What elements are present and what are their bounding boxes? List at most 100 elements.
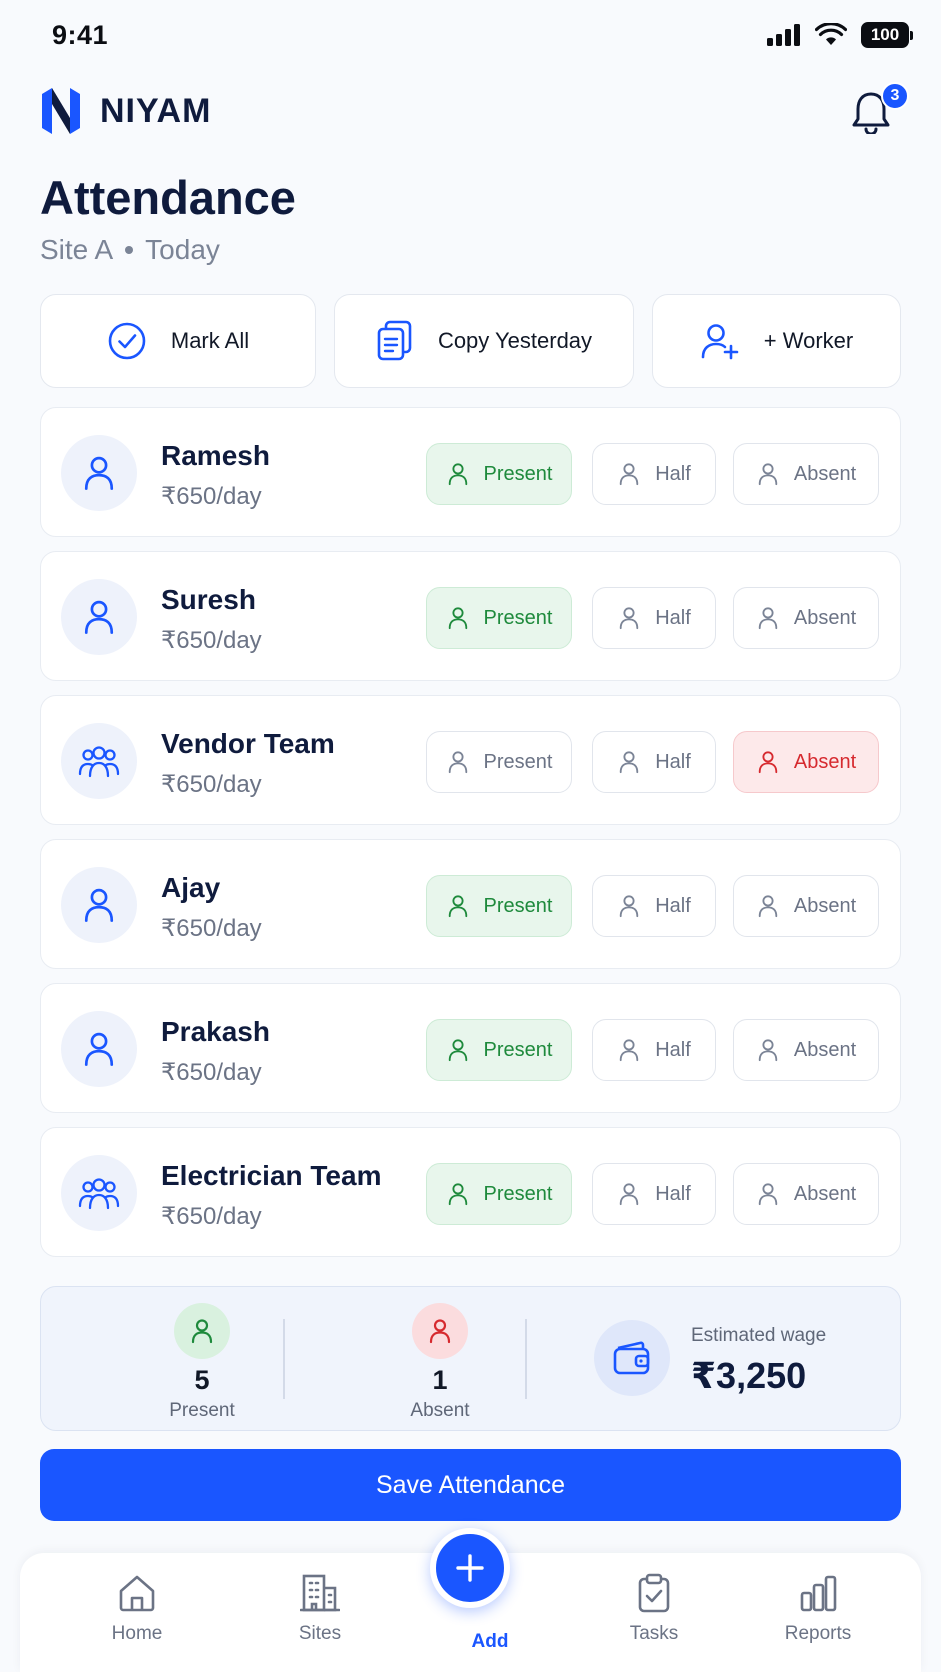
half-toggle[interactable]: Half [592, 731, 716, 793]
person-icon [617, 1038, 641, 1062]
present-toggle-label: Present [483, 1182, 553, 1205]
absent-toggle[interactable]: Absent [733, 1163, 879, 1225]
notifications-button[interactable]: 3 [851, 82, 909, 136]
present-summary: 5 Present [122, 1303, 282, 1422]
nav-add[interactable]: Add [430, 1631, 550, 1653]
present-label: Present [169, 1400, 235, 1421]
wifi-icon [815, 23, 847, 47]
person-icon [61, 867, 137, 943]
worker-card: Prakash ₹650/day Present Half Absent [40, 983, 901, 1113]
present-person-icon [174, 1303, 230, 1359]
worker-name: Prakash [161, 1016, 270, 1047]
worker-rate: ₹650/day [161, 627, 262, 654]
worker-name: Suresh [161, 584, 256, 615]
person-icon [756, 1038, 780, 1062]
absent-toggle-label: Absent [793, 1038, 857, 1061]
page-subtitle: Site A Today [40, 234, 220, 266]
absent-count: 1 [432, 1365, 448, 1395]
present-toggle[interactable]: Present [426, 587, 572, 649]
absent-summary: 1 Absent [360, 1303, 520, 1422]
worker-rate: ₹650/day [161, 771, 262, 798]
present-toggle[interactable]: Present [426, 875, 572, 937]
half-toggle[interactable]: Half [592, 875, 716, 937]
worker-rate: ₹650/day [161, 1059, 262, 1086]
person-icon [617, 750, 641, 774]
save-attendance-button[interactable]: Save Attendance [40, 1449, 901, 1521]
absent-toggle[interactable]: Absent [733, 443, 879, 505]
brand: NIYAM [40, 88, 211, 134]
status-icons: 100 [767, 22, 913, 48]
separator-dot [125, 246, 134, 254]
person-icon [756, 894, 780, 918]
clipboard-check-icon [634, 1573, 674, 1613]
plus-icon [454, 1552, 486, 1584]
add-worker-label: + Worker [763, 328, 854, 353]
worker-card: Ajay ₹650/day Present Half Absent [40, 839, 901, 969]
person-icon [446, 750, 470, 774]
nav-add-label: Add [471, 1631, 509, 1652]
worker-rate: ₹650/day [161, 1203, 262, 1230]
person-icon [446, 606, 470, 630]
person-icon [446, 894, 470, 918]
half-toggle-label: Half [655, 606, 691, 629]
mark-all-label: Mark All [170, 328, 250, 353]
person-icon [756, 1182, 780, 1206]
person-icon [446, 462, 470, 486]
check-circle-icon [107, 321, 147, 361]
person-icon [617, 1182, 641, 1206]
nav-sites[interactable]: Sites [260, 1573, 380, 1645]
present-toggle-label: Present [483, 750, 553, 773]
nav-tasks[interactable]: Tasks [594, 1573, 714, 1645]
person-icon [617, 462, 641, 486]
present-count: 5 [194, 1365, 210, 1395]
present-toggle[interactable]: Present [426, 1163, 572, 1225]
absent-toggle-label: Absent [793, 462, 857, 485]
person-icon [756, 462, 780, 486]
nav-reports-label: Reports [784, 1623, 852, 1644]
present-toggle[interactable]: Present [426, 731, 572, 793]
copy-icon [376, 320, 414, 362]
half-toggle[interactable]: Half [592, 587, 716, 649]
mark-all-button[interactable]: Mark All [40, 294, 316, 388]
nav-tasks-label: Tasks [629, 1623, 679, 1644]
absent-toggle-label: Absent [793, 750, 857, 773]
present-toggle[interactable]: Present [426, 1019, 572, 1081]
summary-divider [283, 1319, 285, 1399]
absent-toggle[interactable]: Absent [733, 587, 879, 649]
half-toggle-label: Half [655, 1038, 691, 1061]
cellular-signal-icon [767, 24, 801, 46]
half-toggle[interactable]: Half [592, 1163, 716, 1225]
half-toggle-label: Half [655, 462, 691, 485]
copy-yesterday-button[interactable]: Copy Yesterday [334, 294, 634, 388]
absent-toggle[interactable]: Absent [733, 875, 879, 937]
half-toggle-label: Half [655, 1182, 691, 1205]
half-toggle-label: Half [655, 750, 691, 773]
battery-indicator: 100 [861, 22, 913, 48]
notification-badge: 3 [881, 82, 909, 110]
absent-toggle[interactable]: Absent [733, 1019, 879, 1081]
add-worker-button[interactable]: + Worker [652, 294, 901, 388]
estimated-wage-value: ₹3,250 [691, 1355, 807, 1396]
add-fab-button[interactable] [430, 1528, 510, 1608]
present-toggle[interactable]: Present [426, 443, 572, 505]
present-toggle-label: Present [483, 606, 553, 629]
person-icon [617, 606, 641, 630]
half-toggle[interactable]: Half [592, 1019, 716, 1081]
worker-rate: ₹650/day [161, 915, 262, 942]
worker-name: Vendor Team [161, 728, 335, 759]
person-icon [61, 579, 137, 655]
worker-card: Electrician Team ₹650/day Present Half A… [40, 1127, 901, 1257]
nav-home[interactable]: Home [77, 1573, 197, 1645]
nav-home-label: Home [111, 1623, 163, 1644]
absent-toggle-label: Absent [793, 894, 857, 917]
bar-chart-icon [798, 1573, 838, 1613]
nav-reports[interactable]: Reports [758, 1573, 878, 1645]
person-icon [617, 894, 641, 918]
worker-card: Vendor Team ₹650/day Present Half Absent [40, 695, 901, 825]
present-toggle-label: Present [483, 462, 553, 485]
copy-yesterday-label: Copy Yesterday [437, 328, 593, 353]
wallet-icon [594, 1320, 670, 1396]
nav-sites-label: Sites [298, 1623, 342, 1644]
half-toggle[interactable]: Half [592, 443, 716, 505]
absent-toggle[interactable]: Absent [733, 731, 879, 793]
